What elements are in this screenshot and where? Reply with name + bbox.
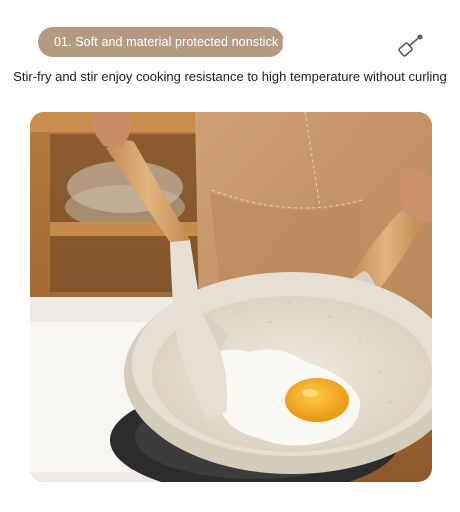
feature-subtitle: Stir-fry and stir enjoy cooking resistan…: [13, 69, 447, 84]
product-photo: [30, 112, 432, 482]
section-badge-label: 01. Soft and material protected nonstick…: [54, 35, 303, 49]
section-badge: 01. Soft and material protected nonstick…: [38, 27, 303, 57]
spatula-icon: [396, 31, 426, 61]
